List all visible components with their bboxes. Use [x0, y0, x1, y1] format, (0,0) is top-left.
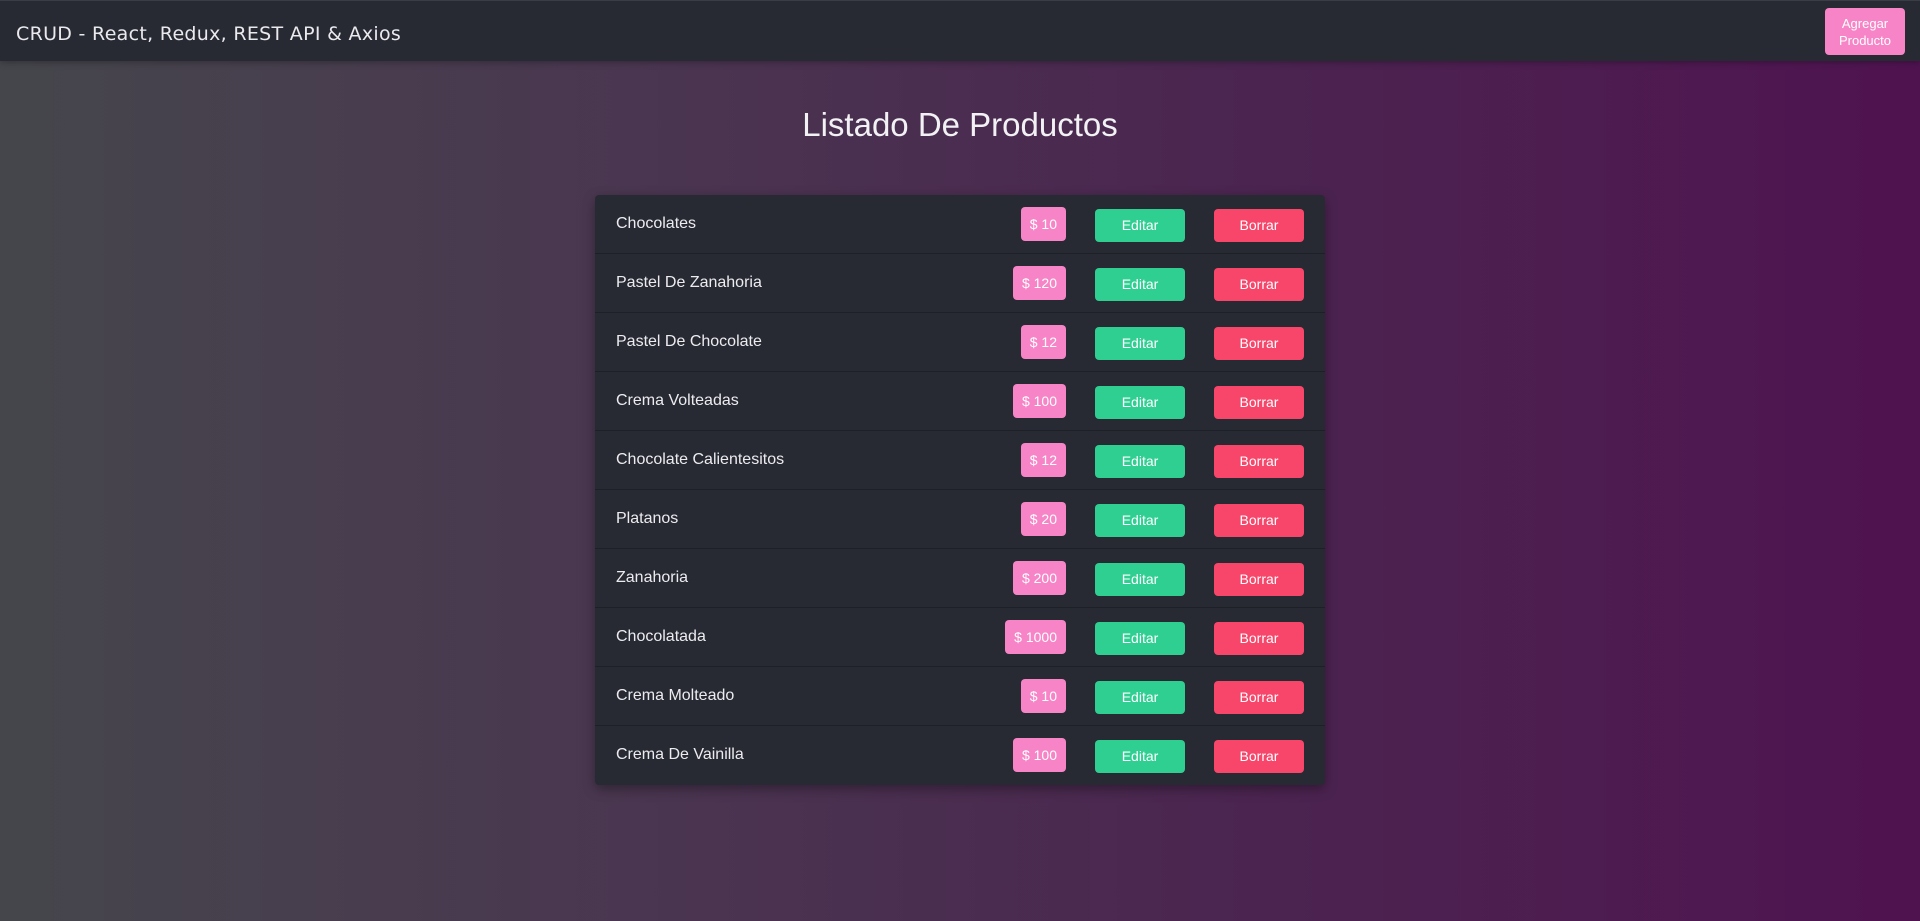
- edit-button[interactable]: Editar: [1095, 681, 1185, 714]
- product-name: Zanahoria: [616, 569, 689, 586]
- product-row: Chocolatada $ 1000 Editar Borrar: [595, 608, 1325, 667]
- product-name: Chocolate Calientesitos: [616, 451, 785, 468]
- product-row: Crema Volteadas $ 100 Editar Borrar: [595, 372, 1325, 431]
- edit-button[interactable]: Editar: [1095, 622, 1185, 655]
- product-row: Crema De Vainilla $ 100 Editar Borrar: [595, 726, 1325, 785]
- product-price-badge: $ 200: [1012, 561, 1066, 595]
- product-price-badge: $ 12: [1020, 443, 1066, 477]
- product-price-badge: $ 1000: [1005, 620, 1066, 654]
- product-row: Crema Molteado $ 10 Editar Borrar: [595, 667, 1325, 726]
- product-row: Pastel De Zanahoria $ 120 Editar Borrar: [595, 254, 1325, 313]
- product-name: Crema Molteado: [616, 687, 735, 704]
- delete-button[interactable]: Borrar: [1214, 445, 1304, 478]
- navbar: CRUD - React, Redux, REST API & Axios Ag…: [0, 0, 1920, 61]
- add-product-label-line1: Agregar: [1841, 16, 1889, 31]
- product-row: Platanos $ 20 Editar Borrar: [595, 490, 1325, 549]
- product-name: Chocolatada: [616, 628, 706, 645]
- edit-button[interactable]: Editar: [1095, 268, 1185, 301]
- product-name: Crema De Vainilla: [616, 746, 744, 763]
- product-name: Chocolates: [616, 215, 697, 232]
- add-product-label-line2: Producto: [1838, 33, 1892, 48]
- product-name: Pastel De Zanahoria: [616, 274, 762, 291]
- edit-button[interactable]: Editar: [1095, 563, 1185, 596]
- delete-button[interactable]: Borrar: [1214, 563, 1304, 596]
- page-title: Listado De Productos: [802, 106, 1118, 143]
- delete-button[interactable]: Borrar: [1214, 386, 1304, 419]
- brand-title[interactable]: CRUD - React, Redux, REST API & Axios: [16, 23, 401, 45]
- product-price-badge: $ 20: [1020, 502, 1066, 536]
- product-price-badge: $ 12: [1020, 325, 1066, 359]
- product-list: Chocolates $ 10 Editar Borrar Pastel De Zana…: [595, 195, 1325, 785]
- product-price-badge: $ 100: [1012, 738, 1066, 772]
- product-price-badge: $ 120: [1012, 266, 1066, 300]
- product-row: Zanahoria $ 200 Editar Borrar: [595, 549, 1325, 608]
- delete-button[interactable]: Borrar: [1214, 504, 1304, 537]
- add-product-button[interactable]: Agregar Producto: [1825, 8, 1905, 55]
- product-name: Platanos: [616, 510, 679, 527]
- delete-button[interactable]: Borrar: [1214, 327, 1304, 360]
- edit-button[interactable]: Editar: [1095, 504, 1185, 537]
- edit-button[interactable]: Editar: [1095, 386, 1185, 419]
- product-price-badge: $ 10: [1020, 679, 1066, 713]
- edit-button[interactable]: Editar: [1095, 445, 1185, 478]
- product-row: Chocolates $ 10 Editar Borrar: [595, 195, 1325, 254]
- edit-button[interactable]: Editar: [1095, 327, 1185, 360]
- delete-button[interactable]: Borrar: [1214, 681, 1304, 714]
- delete-button[interactable]: Borrar: [1214, 268, 1304, 301]
- product-row: Pastel De Chocolate $ 12 Editar Borrar: [595, 313, 1325, 372]
- edit-button[interactable]: Editar: [1095, 209, 1185, 242]
- product-price-badge: $ 10: [1020, 207, 1066, 241]
- product-name: Pastel De Chocolate: [616, 333, 762, 350]
- product-row: Chocolate Calientesitos $ 12 Editar Borrar: [595, 431, 1325, 490]
- edit-button[interactable]: Editar: [1095, 740, 1185, 773]
- delete-button[interactable]: Borrar: [1214, 740, 1304, 773]
- delete-button[interactable]: Borrar: [1214, 209, 1304, 242]
- product-name: Crema Volteadas: [616, 392, 739, 409]
- delete-button[interactable]: Borrar: [1214, 622, 1304, 655]
- product-price-badge: $ 100: [1012, 384, 1066, 418]
